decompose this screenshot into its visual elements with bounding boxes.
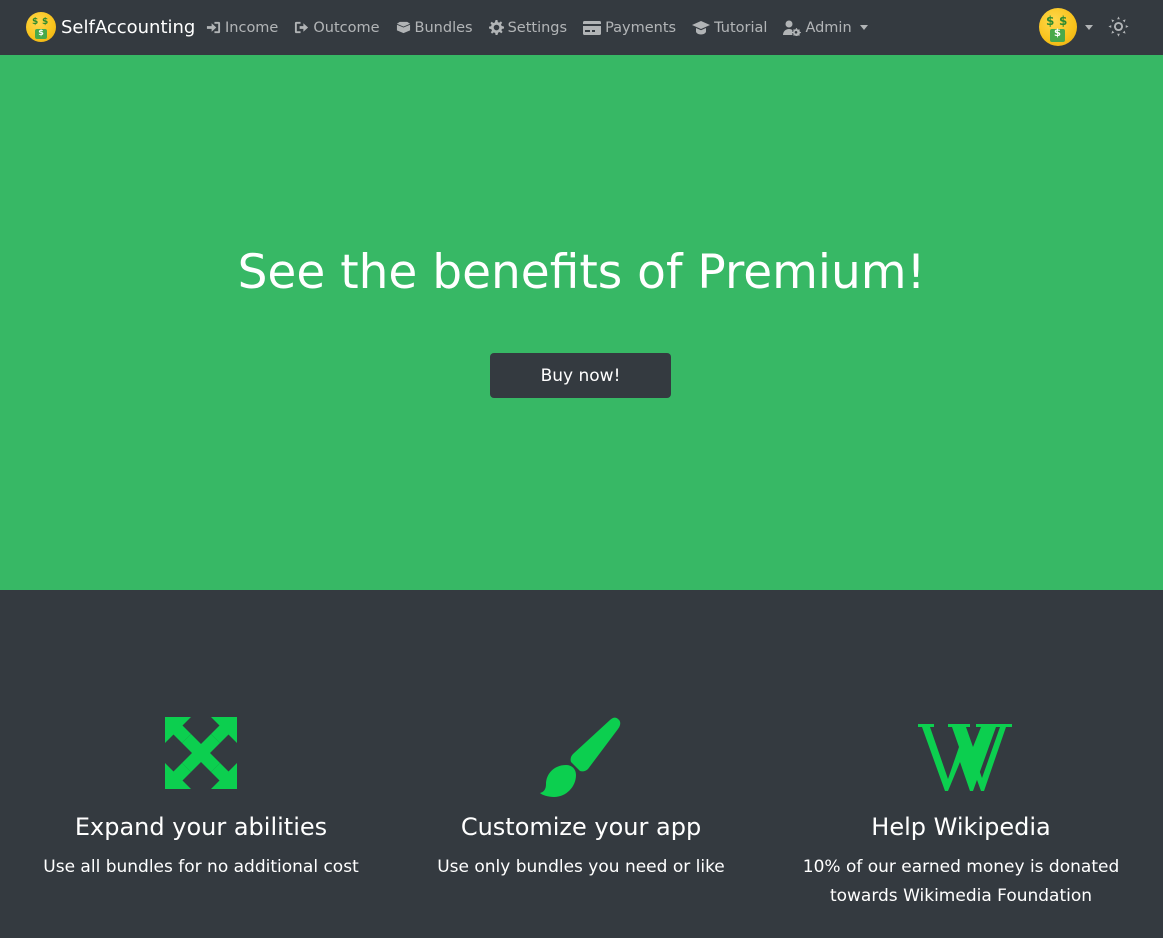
gear-icon (488, 20, 504, 35)
nav-item-bundles[interactable]: Bundles (396, 20, 473, 36)
nav-links: Income Outcome Bundles Settings Payments (206, 0, 884, 55)
user-menu-toggle[interactable]: $ $ $ (1039, 8, 1093, 46)
features-section: Expand your abilities Use all bundles fo… (0, 590, 1163, 938)
nav-item-label: Outcome (313, 19, 380, 36)
credit-card-icon (583, 20, 602, 35)
brand-link[interactable]: $ $ $ SelfAccounting (26, 11, 195, 43)
nav-item-label: Admin (805, 19, 852, 36)
top-navbar: $ $ $ SelfAccounting Income Outcome Bundl… (0, 0, 1163, 55)
nav-item-outcome[interactable]: Outcome (294, 19, 380, 36)
feature-title: Customize your app (460, 813, 702, 841)
money-mouth-face-icon: $ $ $ (26, 12, 56, 42)
nav-item-label: Bundles (414, 19, 473, 36)
theme-toggle-button[interactable] (1108, 16, 1129, 37)
expand-arrows-icon (165, 717, 237, 789)
chevron-down-icon (1085, 24, 1093, 30)
feature-text: Use all bundles for no additional cost (43, 857, 359, 877)
paint-brush-icon (540, 717, 621, 797)
nav-item-income[interactable]: Income (206, 20, 278, 36)
feature-title: Expand your abilities (74, 813, 328, 841)
wikipedia-icon (910, 724, 1012, 791)
nav-item-tutorial[interactable]: Tutorial (692, 20, 767, 36)
nav-item-label: Payments (605, 19, 677, 36)
boxes-icon (396, 20, 411, 35)
nav-item-label: Income (225, 19, 279, 36)
nav-item-label: Settings (507, 19, 568, 36)
avatar: $ $ $ (1039, 8, 1077, 46)
chevron-down-icon (859, 25, 868, 30)
user-cog-icon (783, 20, 802, 36)
hero-title: See the benefits of Premium! (237, 245, 926, 300)
sign-out-icon (294, 20, 309, 35)
nav-item-payments[interactable]: Payments (583, 20, 676, 36)
nav-item-settings[interactable]: Settings (488, 19, 568, 36)
feature-text: 10% of our earned money is donated towar… (802, 857, 1120, 906)
feature-text: Use only bundles you need or like (437, 857, 725, 877)
nav-item-admin[interactable]: Admin (783, 19, 868, 36)
sign-in-icon (206, 20, 221, 35)
nav-item-label: Tutorial (714, 19, 768, 36)
feature-title: Help Wikipedia (871, 813, 1051, 841)
graduation-cap-icon (692, 20, 711, 35)
brand-name: SelfAccounting (61, 16, 196, 38)
buy-now-button[interactable]: Buy now! (490, 353, 671, 398)
sun-icon (1108, 16, 1129, 37)
premium-hero: See the benefits of Premium! Buy now! (0, 55, 1163, 590)
